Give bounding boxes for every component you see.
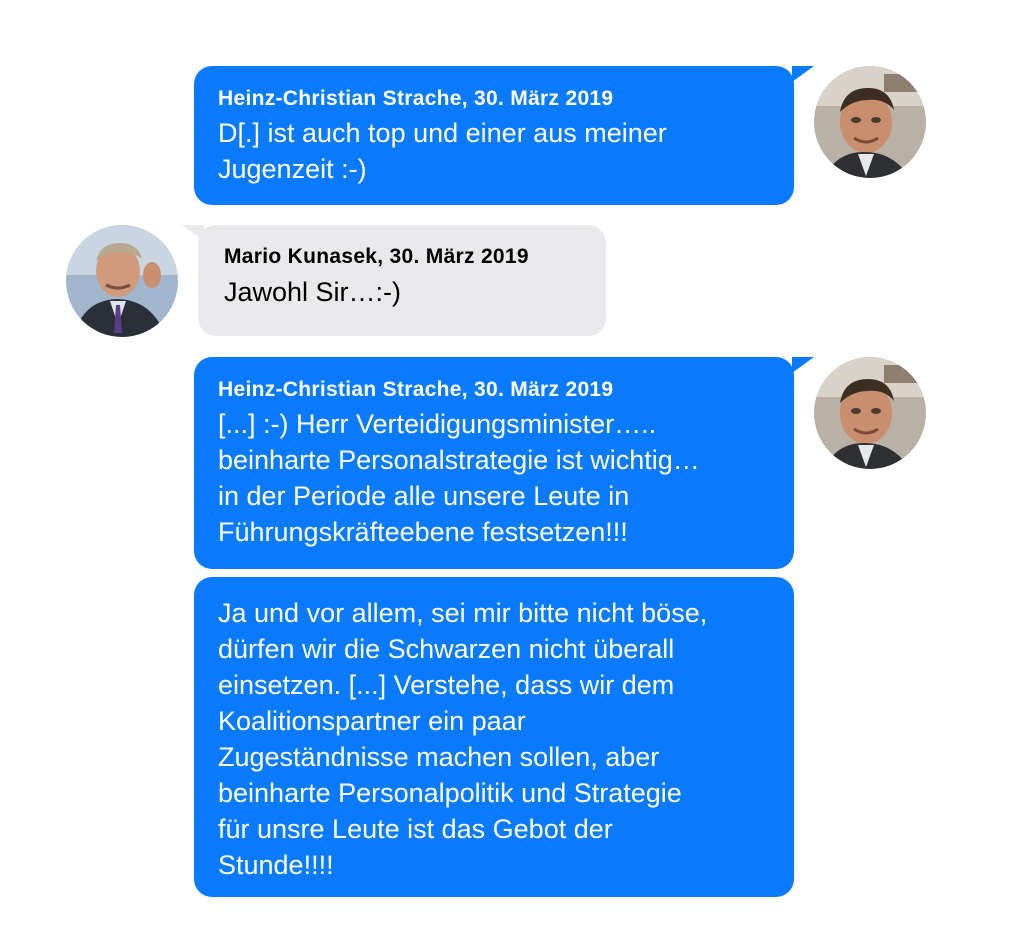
message-text: [...] :-) Herr Verteidigungsminister….. … [218, 409, 700, 547]
avatar-photo-strache [814, 357, 926, 469]
message-bubble-received: Mario Kunasek, 30. März 2019 Jawohl Sir…… [198, 225, 606, 336]
message-text: Ja und vor allem, sei mir bitte nicht bö… [218, 598, 708, 880]
message-sender-header: Heinz-Christian Strache, 30. März 2019 [218, 87, 614, 110]
message-sender-header: Mario Kunasek, 30. März 2019 [224, 245, 529, 268]
bubble-tail [792, 357, 814, 373]
message-bubble-sent: Ja und vor allem, sei mir bitte nicht bö… [194, 577, 794, 897]
message-bubble-sent: Heinz-Christian Strache, 30. März 2019 D… [194, 66, 794, 205]
avatar-strache [814, 357, 926, 469]
message-text: Jawohl Sir…:-) [224, 277, 402, 307]
avatar-photo-strache [814, 66, 926, 178]
message-sender-header: Heinz-Christian Strache, 30. März 2019 [218, 378, 614, 401]
message-bubble-sent: Heinz-Christian Strache, 30. März 2019 [… [194, 357, 794, 569]
message-text: D[.] ist auch top und einer aus meiner J… [218, 118, 667, 184]
avatar-kunasek [66, 225, 178, 337]
bubble-tail [792, 66, 814, 82]
avatar-photo-kunasek [66, 225, 178, 337]
avatar-strache [814, 66, 926, 178]
